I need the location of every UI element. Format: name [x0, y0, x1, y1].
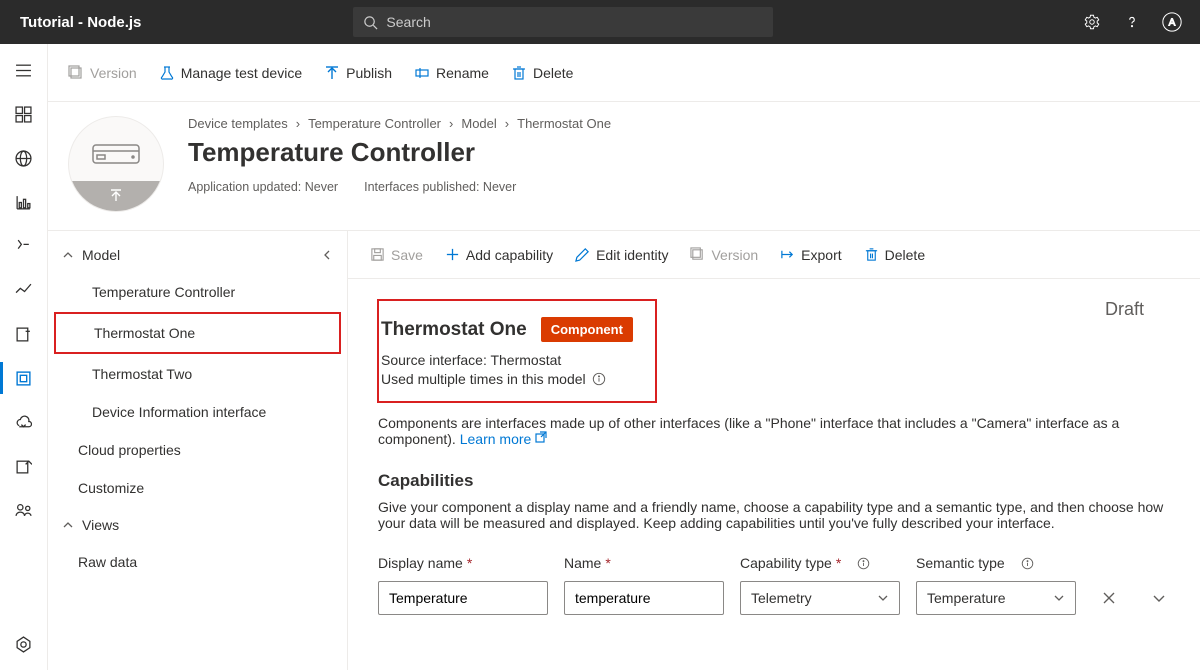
capabilities-header: Display name * Name * Capability type * …: [378, 555, 1176, 571]
panel-delete-button[interactable]: Delete: [864, 247, 925, 263]
search-placeholder: Search: [386, 14, 430, 30]
publish-button[interactable]: Publish: [324, 65, 392, 81]
display-name-input[interactable]: [378, 581, 548, 615]
capability-type-select[interactable]: Telemetry: [740, 581, 900, 615]
search-input[interactable]: Search: [353, 7, 773, 37]
breadcrumb: Device templates › Temperature Controlle…: [188, 116, 1186, 131]
info-icon[interactable]: [1021, 557, 1034, 570]
info-icon[interactable]: [857, 557, 870, 570]
topbar: Tutorial - Node.js Search A: [0, 0, 1200, 44]
component-badge: Component: [541, 317, 633, 342]
help-icon[interactable]: [1112, 0, 1152, 44]
model-sidebar: Model Temperature Controller Thermostat …: [48, 231, 348, 670]
learn-more-link[interactable]: Learn more: [460, 431, 547, 447]
save-button[interactable]: Save: [370, 247, 423, 263]
chevron-up-icon: [62, 519, 74, 531]
sidebar-item-cloud[interactable]: Cloud properties: [48, 431, 347, 469]
capabilities-title: Capabilities: [378, 471, 1176, 491]
breadcrumb-item: Thermostat One: [517, 116, 611, 131]
analytics-icon[interactable]: [0, 268, 48, 312]
semantic-type-select[interactable]: Temperature: [916, 581, 1076, 615]
chevron-left-icon[interactable]: [321, 249, 333, 261]
chevron-up-icon: [62, 249, 74, 261]
chevron-down-icon: [1152, 591, 1166, 605]
chevron-down-icon: [1053, 592, 1065, 604]
jobs-icon[interactable]: [0, 312, 48, 356]
updated-meta: Application updated: Never: [188, 180, 338, 194]
published-meta: Interfaces published: Never: [364, 180, 516, 194]
globe-icon[interactable]: [0, 136, 48, 180]
rules-icon[interactable]: [0, 224, 48, 268]
app-settings-icon[interactable]: [0, 622, 48, 666]
used-multiple-label: Used multiple times in this model: [381, 371, 586, 387]
export-button[interactable]: Export: [780, 247, 841, 263]
page-title: Temperature Controller: [188, 137, 1186, 168]
edit-identity-button[interactable]: Edit identity: [575, 247, 668, 263]
delete-button[interactable]: Delete: [511, 65, 573, 81]
capabilities-desc: Give your component a display name and a…: [378, 499, 1176, 531]
close-icon: [1102, 591, 1116, 605]
rename-button[interactable]: Rename: [414, 65, 489, 81]
admin-icon[interactable]: [0, 488, 48, 532]
template-toolbar: Version Manage test device Publish Renam…: [48, 44, 1200, 102]
expand-row-button[interactable]: [1142, 581, 1176, 615]
upload-icon: [108, 188, 124, 204]
breadcrumb-item[interactable]: Device templates: [188, 116, 288, 131]
info-icon[interactable]: [592, 372, 606, 386]
name-input[interactable]: [564, 581, 724, 615]
device-templates-icon[interactable]: [0, 356, 48, 400]
add-capability-button[interactable]: Add capability: [445, 247, 553, 263]
hamburger-icon[interactable]: [0, 48, 48, 92]
version-button[interactable]: Version: [68, 65, 137, 81]
gear-icon[interactable]: [1072, 0, 1112, 44]
views-header[interactable]: Views: [48, 507, 347, 543]
component-title: Thermostat One: [381, 319, 527, 341]
app-title: Tutorial - Node.js: [8, 14, 153, 31]
sidebar-item-raw-data[interactable]: Raw data: [48, 543, 347, 581]
svg-text:A: A: [1169, 18, 1176, 29]
chart-icon[interactable]: [0, 180, 48, 224]
manage-test-device-button[interactable]: Manage test device: [159, 65, 302, 81]
data-export-icon[interactable]: [0, 444, 48, 488]
sidebar-item-thermostat-one[interactable]: Thermostat One: [56, 314, 339, 352]
account-icon[interactable]: A: [1152, 0, 1192, 44]
sidebar-item-temp-controller[interactable]: Temperature Controller: [48, 273, 347, 311]
component-description: Components are interfaces made up of oth…: [378, 415, 1176, 447]
breadcrumb-item[interactable]: Model: [461, 116, 496, 131]
dashboard-icon[interactable]: [0, 92, 48, 136]
model-header[interactable]: Model: [48, 237, 347, 273]
remove-row-button[interactable]: [1092, 581, 1126, 615]
source-interface: Source interface: Thermostat: [381, 352, 633, 368]
panel-version-button[interactable]: Version: [690, 247, 758, 263]
cloud-icon[interactable]: [0, 400, 48, 444]
chevron-down-icon: [877, 592, 889, 604]
sidebar-item-thermostat-two[interactable]: Thermostat Two: [48, 355, 347, 393]
status-badge: Draft: [1105, 299, 1144, 320]
panel-toolbar: Save Add capability Edit identity Versio…: [348, 231, 1200, 279]
breadcrumb-item[interactable]: Temperature Controller: [308, 116, 441, 131]
search-icon: [363, 15, 378, 30]
sidebar-item-customize[interactable]: Customize: [48, 469, 347, 507]
sidebar-item-device-info[interactable]: Device Information interface: [48, 393, 347, 431]
page-header: Device templates › Temperature Controlle…: [48, 102, 1200, 231]
nav-rail: [0, 44, 48, 670]
capability-row: Telemetry Temperature: [378, 581, 1176, 615]
device-icon: [68, 116, 164, 212]
